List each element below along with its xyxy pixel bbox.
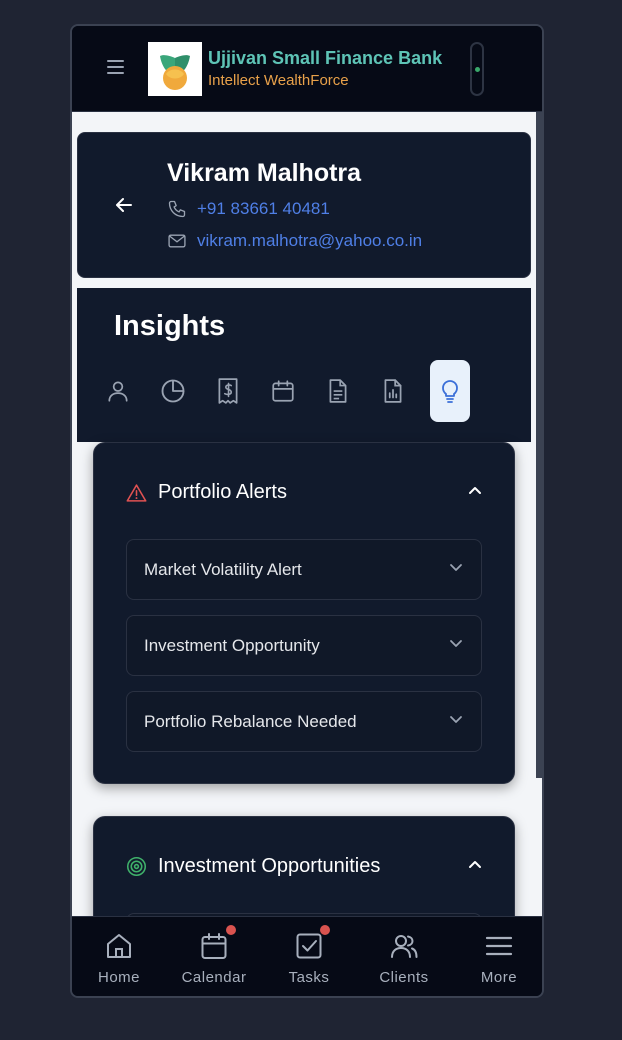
alert-item-portfolio-rebalance[interactable]: Portfolio Rebalance Needed: [126, 691, 482, 752]
app-frame: Ujjivan Small Finance Bank Intellect Wea…: [70, 24, 544, 998]
tab-transactions[interactable]: [208, 360, 248, 422]
portfolio-alerts-section: Portfolio Alerts Market Volatility Alert…: [93, 442, 515, 784]
tab-portfolio[interactable]: [153, 360, 193, 422]
home-icon: [107, 934, 131, 958]
alert-item-market-volatility[interactable]: Market Volatility Alert: [126, 539, 482, 600]
nav-label: Home: [97, 969, 140, 986]
client-phone-row[interactable]: +91 83661 40481: [167, 199, 330, 219]
nav-more[interactable]: More: [452, 917, 542, 996]
nav-label: Clients: [379, 969, 429, 986]
scrollbar[interactable]: [536, 112, 542, 778]
tab-calendar[interactable]: [263, 360, 303, 422]
notification-badge: [226, 925, 236, 935]
chevron-down-icon: [450, 564, 462, 571]
task-check-icon: [296, 933, 322, 959]
bank-logo: [148, 42, 202, 96]
nav-home[interactable]: Home: [72, 917, 166, 996]
alert-item-label: Market Volatility Alert: [144, 560, 302, 579]
nav-label: More: [480, 969, 518, 986]
insights-panel: Insights: [77, 288, 531, 442]
lightbulb-icon: [442, 380, 458, 403]
back-arrow-icon[interactable]: [114, 195, 134, 215]
users-icon: [391, 935, 418, 958]
tab-insights[interactable]: [430, 360, 470, 422]
target-icon: [126, 856, 147, 877]
alert-item-label: Investment Opportunity: [144, 636, 320, 655]
client-name: Vikram Malhotra: [167, 159, 362, 187]
tab-reports[interactable]: [373, 360, 413, 422]
warning-triangle-icon: [126, 483, 147, 502]
insights-title: Insights: [114, 310, 226, 342]
nav-label: Calendar: [181, 969, 247, 986]
alert-item-investment-opportunity[interactable]: Investment Opportunity: [126, 615, 482, 676]
calendar-icon: [201, 933, 227, 959]
chevron-down-icon: [450, 716, 462, 723]
pie-chart-icon: [161, 379, 185, 403]
phone-icon: [168, 200, 186, 218]
tab-documents[interactable]: [318, 360, 358, 422]
bottom-navigation: Home Calendar Tasks Clients More: [72, 916, 542, 996]
hamburger-icon[interactable]: [107, 60, 124, 74]
client-phone[interactable]: +91 83661 40481: [197, 199, 330, 219]
nav-label: Tasks: [288, 969, 330, 986]
chevron-up-icon[interactable]: [468, 485, 482, 495]
investment-opportunities-section: Investment Opportunities: [93, 816, 515, 916]
tab-profile[interactable]: [98, 360, 138, 422]
nav-calendar[interactable]: Calendar: [167, 917, 261, 996]
main-content[interactable]: Vikram Malhotra +91 83661 40481 vikram.m…: [72, 112, 542, 916]
alert-item-label: Portfolio Rebalance Needed: [144, 712, 357, 731]
user-icon: [108, 381, 128, 402]
receipt-dollar-icon: [218, 378, 238, 404]
top-app-bar: Ujjivan Small Finance Bank Intellect Wea…: [72, 26, 542, 112]
investment-opportunities-title: Investment Opportunities: [158, 855, 381, 877]
client-email[interactable]: vikram.malhotra@yahoo.co.in: [197, 231, 422, 251]
status-dot: [475, 67, 480, 72]
document-icon: [329, 379, 347, 403]
portfolio-alerts-title: Portfolio Alerts: [158, 481, 287, 503]
brand-title: Ujjivan Small Finance Bank: [208, 48, 443, 68]
brand-subtitle: Intellect WealthForce: [208, 72, 349, 89]
mail-icon: [168, 234, 186, 248]
menu-icon: [485, 936, 513, 956]
report-chart-icon: [384, 379, 402, 403]
status-toggle[interactable]: [470, 42, 484, 96]
calendar-icon: [272, 380, 294, 402]
notification-badge: [320, 925, 330, 935]
investment-opportunities-header[interactable]: Investment Opportunities: [126, 855, 380, 878]
chevron-up-icon[interactable]: [468, 859, 482, 869]
nav-clients[interactable]: Clients: [357, 917, 451, 996]
client-email-row[interactable]: vikram.malhotra@yahoo.co.in: [167, 231, 422, 251]
portfolio-alerts-header[interactable]: Portfolio Alerts: [126, 481, 287, 504]
client-header-card: Vikram Malhotra +91 83661 40481 vikram.m…: [77, 132, 531, 278]
chevron-down-icon: [450, 640, 462, 647]
nav-tasks[interactable]: Tasks: [262, 917, 356, 996]
